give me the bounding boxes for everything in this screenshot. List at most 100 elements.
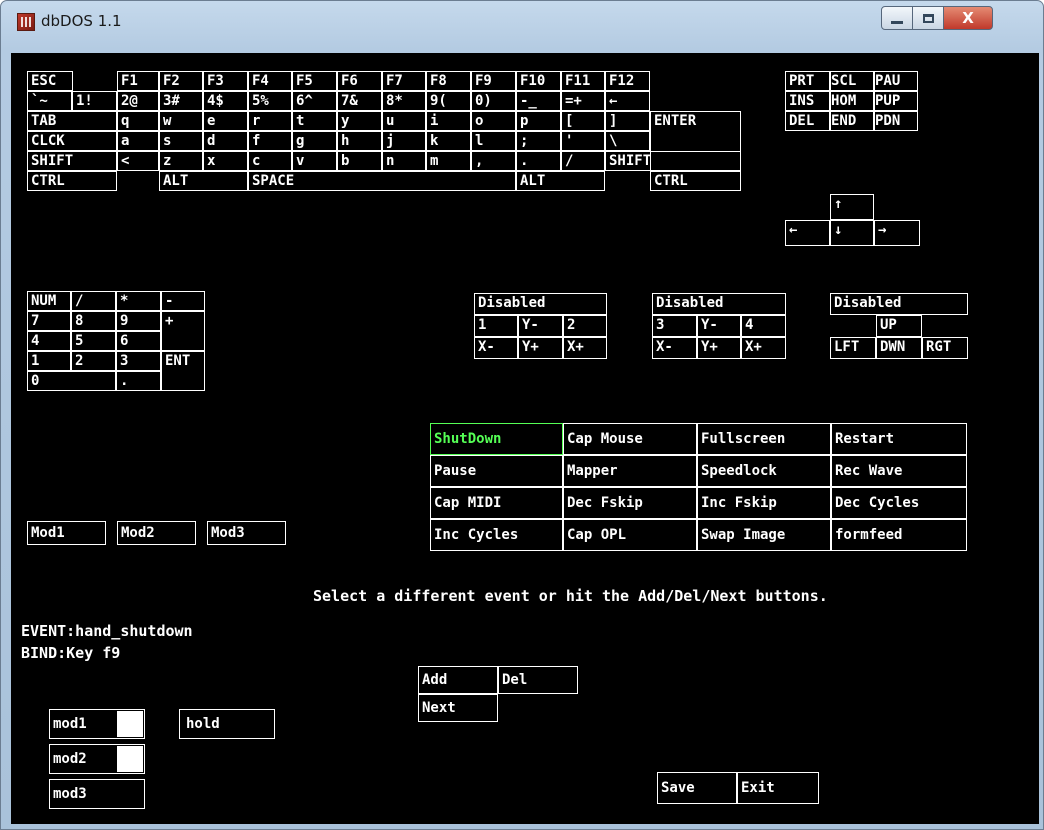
key-f[interactable]: f	[248, 131, 292, 151]
event-cap-mouse[interactable]: Cap Mouse	[563, 423, 697, 455]
key-f8[interactable]: F8	[426, 71, 471, 91]
event-fullscreen[interactable]: Fullscreen	[697, 423, 831, 455]
exit-button[interactable]: Exit	[737, 772, 819, 804]
key-kp-9[interactable]: 9	[116, 311, 161, 331]
key-lshift[interactable]: SHIFT	[27, 151, 117, 171]
key-x[interactable]: x	[203, 151, 248, 171]
key-home[interactable]: HOM	[830, 91, 874, 111]
key-8[interactable]: 8*	[382, 91, 426, 111]
key-7[interactable]: 7&	[337, 91, 382, 111]
key-j[interactable]: j	[382, 131, 426, 151]
key-f1[interactable]: F1	[117, 71, 159, 91]
key-b[interactable]: b	[337, 151, 382, 171]
joy2-button-4[interactable]: 4	[741, 315, 786, 337]
key-h[interactable]: h	[337, 131, 382, 151]
key-rbracket[interactable]: ]	[605, 111, 650, 131]
key-lessthan[interactable]: <	[117, 151, 159, 171]
event-swap-image[interactable]: Swap Image	[697, 519, 831, 551]
joy2-x-plus[interactable]: X+	[741, 337, 786, 359]
joy1-y-plus[interactable]: Y+	[518, 337, 563, 359]
key-delete[interactable]: DEL	[785, 111, 830, 131]
key-f3[interactable]: F3	[203, 71, 248, 91]
close-button[interactable]: X	[943, 6, 993, 30]
key-quote[interactable]: '	[561, 131, 605, 151]
key-slash[interactable]: /	[561, 151, 605, 171]
event-shutdown[interactable]: ShutDown	[430, 423, 563, 455]
key-minus[interactable]: -_	[516, 91, 561, 111]
key-6[interactable]: 6^	[292, 91, 337, 111]
key-4[interactable]: 4$	[203, 91, 248, 111]
hold-option[interactable]: hold	[179, 709, 275, 739]
key-down-arrow[interactable]: ↓	[830, 220, 874, 246]
save-button[interactable]: Save	[657, 772, 737, 804]
key-l[interactable]: l	[471, 131, 516, 151]
key-kp-6[interactable]: 6	[116, 331, 161, 351]
key-f6[interactable]: F6	[337, 71, 382, 91]
key-3[interactable]: 3#	[159, 91, 203, 111]
key-rctrl[interactable]: CTRL	[650, 171, 741, 191]
hat-left[interactable]: LFT	[830, 337, 876, 359]
mod2-checkbox[interactable]	[117, 746, 143, 772]
key-kp-1[interactable]: 1	[27, 351, 71, 371]
key-t[interactable]: t	[292, 111, 337, 131]
maximize-button[interactable]	[912, 6, 944, 30]
event-restart[interactable]: Restart	[831, 423, 967, 455]
key-k[interactable]: k	[426, 131, 471, 151]
event-dec-fskip[interactable]: Dec Fskip	[563, 487, 697, 519]
hat-status[interactable]: Disabled	[830, 293, 968, 315]
key-kp-8[interactable]: 8	[71, 311, 116, 331]
key-w[interactable]: w	[159, 111, 203, 131]
key-insert[interactable]: INS	[785, 91, 830, 111]
key-2[interactable]: 2@	[117, 91, 159, 111]
hat-up[interactable]: UP	[876, 315, 922, 337]
joy2-button-3[interactable]: 3	[652, 315, 697, 337]
key-end[interactable]: END	[830, 111, 874, 131]
key-lbracket[interactable]: [	[561, 111, 605, 131]
event-cap-opl[interactable]: Cap OPL	[563, 519, 697, 551]
key-5[interactable]: 5%	[248, 91, 292, 111]
event-formfeed[interactable]: formfeed	[831, 519, 967, 551]
key-z[interactable]: z	[159, 151, 203, 171]
key-kp-period[interactable]: .	[116, 371, 161, 391]
key-numlock[interactable]: NUM	[27, 291, 71, 311]
joy2-y-plus[interactable]: Y+	[697, 337, 741, 359]
key-pageup[interactable]: PUP	[874, 91, 918, 111]
key-lalt[interactable]: ALT	[159, 171, 248, 191]
key-kp-multiply[interactable]: *	[116, 291, 161, 311]
event-dec-cycles[interactable]: Dec Cycles	[831, 487, 967, 519]
key-print[interactable]: PRT	[785, 71, 830, 91]
key-period[interactable]: .	[516, 151, 561, 171]
delete-button[interactable]: Del	[498, 666, 578, 694]
key-kp-minus[interactable]: -	[161, 291, 205, 311]
event-inc-cycles[interactable]: Inc Cycles	[430, 519, 563, 551]
key-tab[interactable]: TAB	[27, 111, 117, 131]
key-capslock[interactable]: CLCK	[27, 131, 117, 151]
key-semicolon[interactable]: ;	[516, 131, 561, 151]
mod2-button[interactable]: Mod2	[117, 521, 196, 545]
key-space[interactable]: SPACE	[248, 171, 516, 191]
key-e[interactable]: e	[203, 111, 248, 131]
key-pause[interactable]: PAU	[874, 71, 918, 91]
key-g[interactable]: g	[292, 131, 337, 151]
key-1[interactable]: 1!	[72, 91, 117, 111]
key-y[interactable]: y	[337, 111, 382, 131]
event-cap-midi[interactable]: Cap MIDI	[430, 487, 563, 519]
event-pause[interactable]: Pause	[430, 455, 563, 487]
key-left-arrow[interactable]: ←	[785, 220, 830, 246]
key-c[interactable]: c	[248, 151, 292, 171]
event-rec-wave[interactable]: Rec Wave	[831, 455, 967, 487]
key-backslash[interactable]: \	[605, 131, 650, 151]
joy1-x-plus[interactable]: X+	[563, 337, 607, 359]
key-kp-4[interactable]: 4	[27, 331, 71, 351]
key-kp-enter[interactable]: ENT	[161, 351, 205, 391]
mod1-button[interactable]: Mod1	[27, 521, 106, 545]
key-f11[interactable]: F11	[561, 71, 605, 91]
joy1-button-1[interactable]: 1	[474, 315, 518, 337]
key-kp-7[interactable]: 7	[27, 311, 71, 331]
key-a[interactable]: a	[117, 131, 159, 151]
key-q[interactable]: q	[117, 111, 159, 131]
key-n[interactable]: n	[382, 151, 426, 171]
key-9[interactable]: 9(	[426, 91, 471, 111]
key-comma[interactable]: ,	[471, 151, 516, 171]
mod1-checkbox[interactable]	[117, 711, 143, 737]
